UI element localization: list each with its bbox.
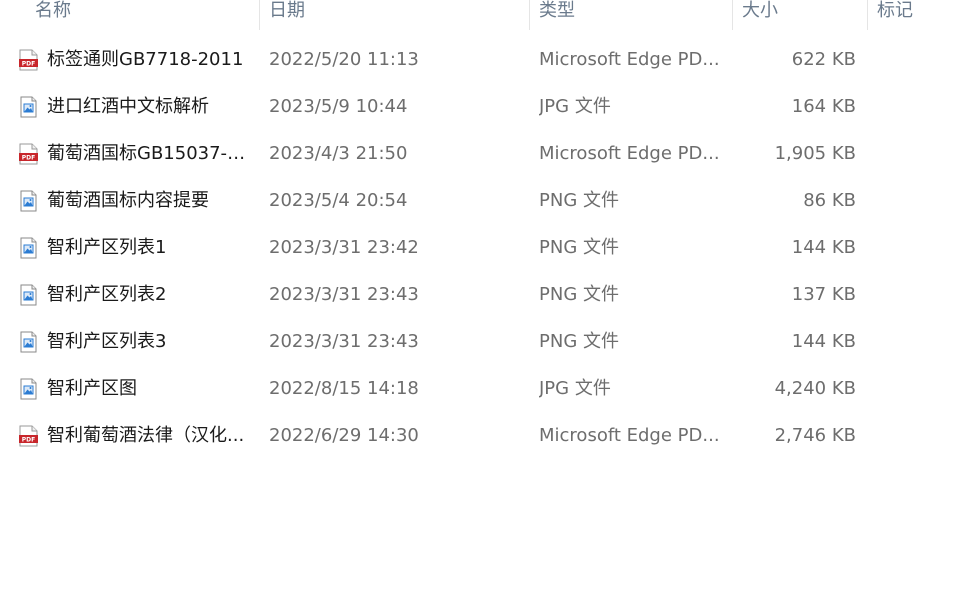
file-row[interactable]: PDF 标签通则GB7718-2011 2022/5/20 11:13 Microso… [0,37,954,84]
column-divider[interactable] [732,0,733,30]
image-file-icon [19,284,38,306]
file-type: PNG 文件 [539,190,619,211]
column-header-size[interactable]: 大小 [742,0,778,30]
file-row[interactable]: PDF 葡萄酒国标GB15037-2... 2023/4/3 21:50 Micros… [0,131,954,178]
column-header-tags[interactable]: 标记 [877,0,913,30]
pdf-file-icon: PDF [19,49,38,71]
file-size: 1,905 KB [774,143,856,164]
file-size: 4,240 KB [774,378,856,399]
image-file-icon [19,378,38,400]
column-header-date[interactable]: 日期 [269,0,305,30]
file-size: 144 KB [791,237,856,258]
file-size: 164 KB [791,96,856,117]
image-file-icon [19,237,38,259]
file-row[interactable]: 智利产区列表3 2023/3/31 23:43 PNG 文件 144 KB [0,319,954,366]
image-file-icon [19,331,38,353]
file-date: 2023/4/3 21:50 [269,143,408,164]
file-name: 葡萄酒国标GB15037-2... [47,143,252,164]
file-explorer-list: 名称 日期 类型 大小 标记 PDF 标签通则GB7718-2011 2022/5/… [0,0,954,609]
file-list: PDF 标签通则GB7718-2011 2022/5/20 11:13 Microso… [0,37,954,460]
pdf-file-icon: PDF [19,425,38,447]
file-name: 进口红酒中文标解析 [47,96,209,117]
file-type: PNG 文件 [539,284,619,305]
column-divider[interactable] [867,0,868,30]
column-divider[interactable] [529,0,530,30]
file-name: 葡萄酒国标内容提要 [47,190,209,211]
svg-text:PDF: PDF [22,437,35,444]
file-name: 智利产区图 [47,378,137,399]
image-file-icon [19,190,38,212]
file-size: 622 KB [791,49,856,70]
svg-text:PDF: PDF [22,155,35,162]
file-date: 2022/8/15 14:18 [269,378,419,399]
file-size: 144 KB [791,331,856,352]
file-name: 智利产区列表3 [47,331,167,352]
image-file-icon [19,96,38,118]
file-date: 2023/3/31 23:42 [269,237,419,258]
pdf-file-icon: PDF [19,143,38,165]
column-divider[interactable] [259,0,260,30]
file-row[interactable]: 智利产区列表2 2023/3/31 23:43 PNG 文件 137 KB [0,272,954,319]
file-size: 2,746 KB [774,425,856,446]
file-type: PNG 文件 [539,237,619,258]
file-type: Microsoft Edge PD... [539,425,720,446]
file-type: Microsoft Edge PD... [539,49,720,70]
file-type: JPG 文件 [539,96,611,117]
file-date: 2023/3/31 23:43 [269,284,419,305]
file-date: 2022/5/20 11:13 [269,49,419,70]
file-date: 2023/5/9 10:44 [269,96,408,117]
file-name: 智利葡萄酒法律（汉化... [47,425,245,446]
column-header-type[interactable]: 类型 [539,0,575,30]
column-header-bar: 名称 日期 类型 大小 标记 [0,0,954,30]
file-date: 2023/3/31 23:43 [269,331,419,352]
file-row[interactable]: 葡萄酒国标内容提要 2023/5/4 20:54 PNG 文件 86 KB [0,178,954,225]
file-size: 86 KB [803,190,856,211]
file-name: 标签通则GB7718-2011 [47,49,244,70]
file-type: JPG 文件 [539,378,611,399]
file-row[interactable]: PDF 智利葡萄酒法律（汉化... 2022/6/29 14:30 Microsoft… [0,413,954,460]
file-date: 2023/5/4 20:54 [269,190,408,211]
file-row[interactable]: 进口红酒中文标解析 2023/5/9 10:44 JPG 文件 164 KB [0,84,954,131]
file-name: 智利产区列表2 [47,284,167,305]
column-header-name[interactable]: 名称 [35,0,71,30]
file-row[interactable]: 智利产区图 2022/8/15 14:18 JPG 文件 4,240 KB [0,366,954,413]
file-row[interactable]: 智利产区列表1 2023/3/31 23:42 PNG 文件 144 KB [0,225,954,272]
file-name: 智利产区列表1 [47,237,167,258]
file-date: 2022/6/29 14:30 [269,425,419,446]
file-type: Microsoft Edge PD... [539,143,720,164]
svg-text:PDF: PDF [22,61,35,68]
file-type: PNG 文件 [539,331,619,352]
file-size: 137 KB [791,284,856,305]
